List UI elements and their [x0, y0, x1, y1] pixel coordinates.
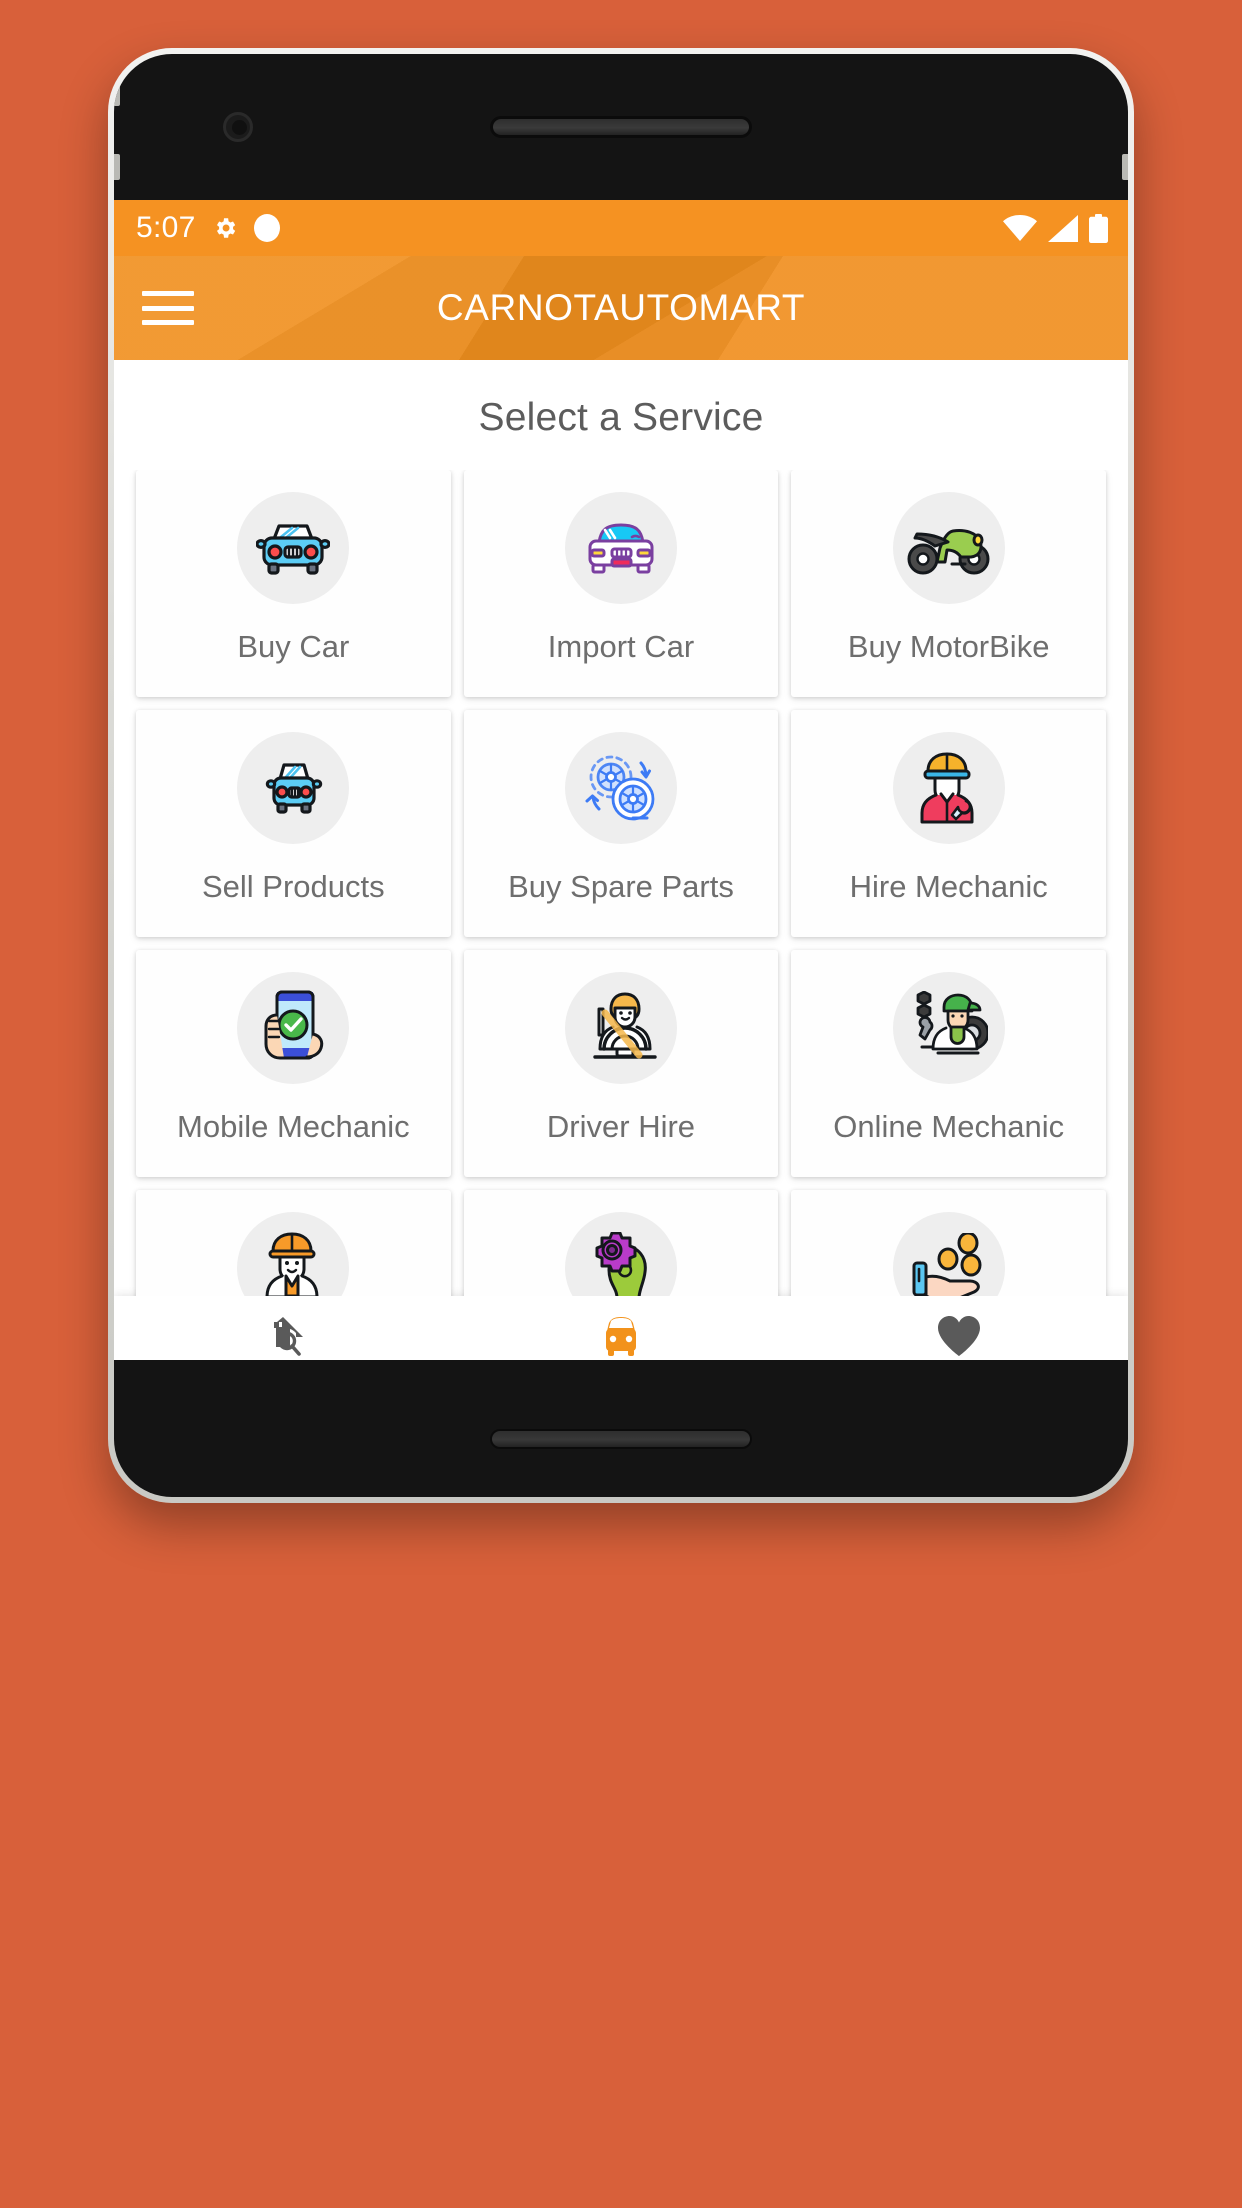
- mechanic-tools-icon: [892, 972, 1005, 1084]
- service-card-ask-expert[interactable]: Ask Expert: [463, 1190, 779, 1296]
- heart-icon: [936, 1312, 982, 1360]
- app-title: CARNOTAUTOMART: [436, 287, 806, 328]
- circle-icon: [253, 214, 280, 242]
- side-button-right[interactable]: [1122, 154, 1128, 180]
- service-label: Mobile Mechanic: [177, 1109, 410, 1144]
- app-bar: CARNOTAUTOMART: [114, 256, 1128, 360]
- service-card-buy-motorbike[interactable]: Buy MotorBike: [791, 470, 1106, 697]
- battery-icon: [1089, 213, 1108, 243]
- service-card-driver-hire[interactable]: Driver Hire: [463, 950, 779, 1177]
- status-bar-right: [1003, 213, 1108, 243]
- service-label: Hire Mechanic: [849, 869, 1048, 904]
- nav-item-services[interactable]: Services: [452, 1312, 790, 1361]
- service-card-online-diagnostic[interactable]: Online Diagnostic: [136, 1190, 451, 1296]
- head-gear-icon: [564, 1212, 677, 1296]
- driver-steering-wheel-icon: [564, 972, 677, 1084]
- bottom-speaker: [490, 1429, 752, 1449]
- side-nub: [114, 76, 120, 106]
- nav-item-home[interactable]: Home: [114, 1312, 452, 1361]
- service-label: Buy Car: [237, 629, 350, 664]
- home-search-icon: [260, 1312, 306, 1360]
- motorbike-green-icon: [892, 492, 1005, 604]
- main-content: Select a Service Buy Car Import Car Buy …: [114, 360, 1128, 1296]
- phone-screen: 5:07 CARNOTAUTOMART Select a Service Buy…: [114, 200, 1128, 1360]
- service-card-buy-spare-parts[interactable]: Buy Spare Parts: [463, 710, 779, 937]
- status-bar-left: 5:07: [136, 211, 280, 245]
- service-card-online-mechanic[interactable]: Online Mechanic: [791, 950, 1106, 1177]
- front-camera-icon: [223, 112, 253, 142]
- car-front-blue-icon: [237, 492, 350, 604]
- phone-device: 5:07 CARNOTAUTOMART Select a Service Buy…: [108, 48, 1134, 1503]
- page-title: Select a Service: [478, 396, 764, 439]
- earpiece-speaker: [490, 116, 752, 138]
- bottom-navigation: Home Services: [114, 1296, 1128, 1360]
- car-front-white-icon: [564, 492, 677, 604]
- service-label: Sell Products: [202, 869, 385, 904]
- service-card-buy-car[interactable]: Buy Car: [136, 470, 451, 697]
- car-front-blue-small-icon: [237, 732, 350, 844]
- hand-coins-icon: [892, 1212, 1005, 1296]
- car-icon: [598, 1312, 644, 1360]
- service-card-sell-products[interactable]: Sell Products: [136, 710, 451, 937]
- phone-check-hand-icon: [237, 972, 350, 1084]
- service-label: Online Mechanic: [833, 1109, 1065, 1144]
- service-label: Buy MotorBike: [847, 629, 1050, 664]
- phone-body: 5:07 CARNOTAUTOMART Select a Service Buy…: [114, 54, 1128, 1497]
- side-button-left[interactable]: [114, 154, 120, 180]
- nav-item-favorite[interactable]: Favorite: [790, 1312, 1128, 1361]
- service-card-mobile-mechanic[interactable]: Mobile Mechanic: [136, 950, 451, 1177]
- service-label: Import Car: [547, 629, 695, 664]
- wheels-exchange-icon: [564, 732, 677, 844]
- status-clock: 5:07: [136, 211, 196, 244]
- service-card-finance[interactable]: Finance: [791, 1190, 1106, 1296]
- mechanic-hardhat-icon: [892, 732, 1005, 844]
- hamburger-menu-icon[interactable]: [140, 285, 196, 331]
- service-label: Buy Spare Parts: [508, 869, 734, 904]
- wifi-icon: [1003, 214, 1037, 242]
- status-bar: 5:07: [114, 200, 1128, 256]
- worker-orange-hat-icon: [237, 1212, 350, 1296]
- service-card-import-car[interactable]: Import Car: [463, 470, 779, 697]
- service-card-hire-mechanic[interactable]: Hire Mechanic: [791, 710, 1106, 937]
- signal-icon: [1048, 214, 1078, 242]
- service-label: Driver Hire: [546, 1109, 696, 1144]
- service-grid: Buy Car Import Car Buy MotorBike Sell Pr…: [114, 470, 1128, 1296]
- gear-icon: [212, 215, 238, 241]
